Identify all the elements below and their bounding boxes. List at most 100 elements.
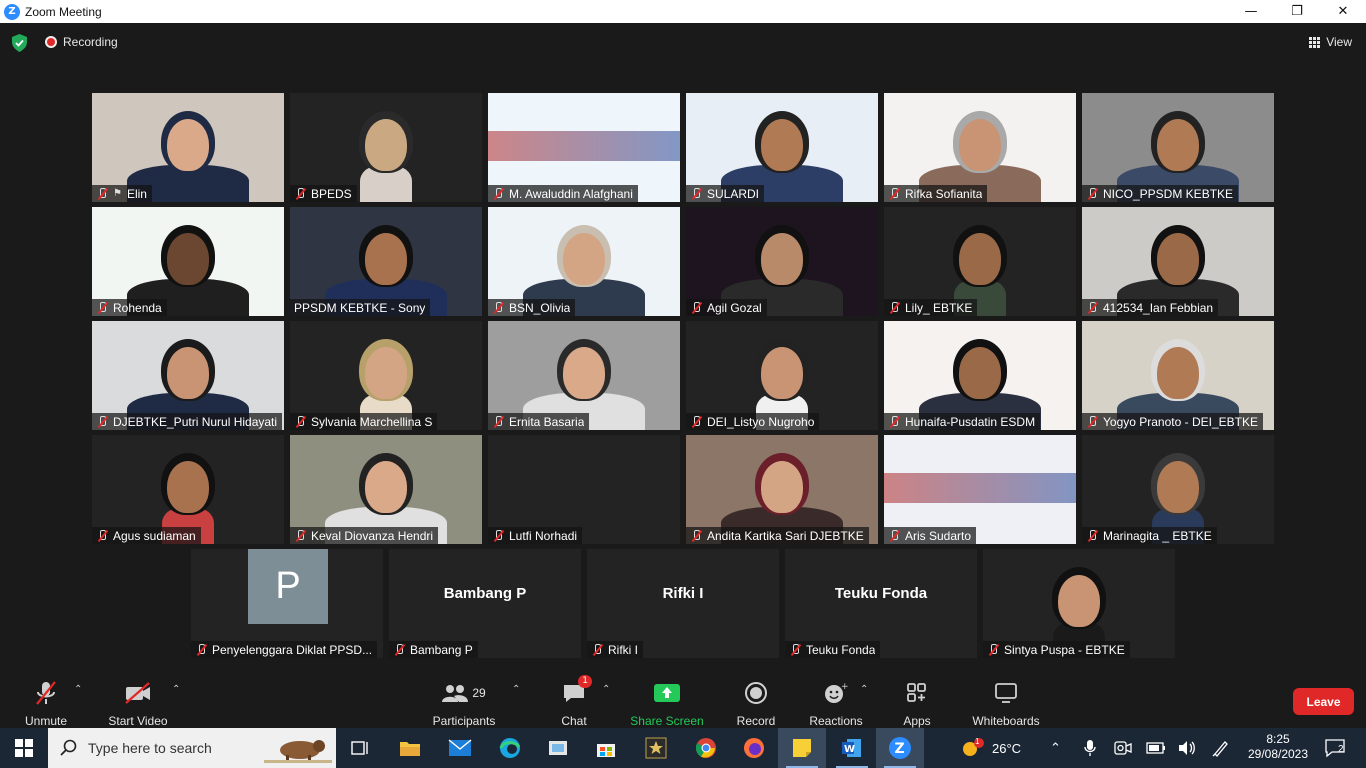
participant-tile[interactable]: Ernita Basaria — [488, 321, 680, 430]
security-shield-icon[interactable] — [11, 34, 28, 52]
participant-name: Lutfi Norhadi — [509, 528, 578, 543]
whiteboards-button[interactable]: Whiteboards — [968, 670, 1044, 728]
participant-tile[interactable]: Sylvania Marchellina S — [290, 321, 482, 430]
participant-tile[interactable]: Rifki I Rifki I — [587, 549, 779, 658]
tray-volume[interactable] — [1178, 728, 1196, 768]
task-view-button[interactable] — [336, 728, 384, 768]
chat-options-caret-icon[interactable]: ⌃ — [602, 684, 610, 695]
participant-tile[interactable]: 412534_Ian Febbian — [1082, 207, 1274, 316]
notification-count: 2 — [1338, 744, 1344, 755]
participant-tile[interactable]: Agil Gozal — [686, 207, 878, 316]
participant-tile[interactable]: Sintya Puspa - EBTKE — [983, 549, 1175, 658]
leave-button[interactable]: Leave — [1293, 688, 1354, 715]
participant-name: Rohenda — [113, 300, 162, 315]
participant-tile[interactable]: DEI_Listyo Nugroho — [686, 321, 878, 430]
unmute-button[interactable]: Unmute — [20, 670, 72, 728]
taskbar-app-star[interactable] — [632, 728, 680, 768]
tray-camera[interactable] — [1114, 728, 1132, 768]
tray-pen[interactable] — [1212, 728, 1230, 768]
word-icon: W — [842, 739, 861, 757]
record-button[interactable]: Record — [734, 670, 778, 728]
participant-name: Andita Kartika Sari DJEBTKE — [707, 528, 864, 543]
notification-center-button[interactable]: 2 — [1324, 728, 1346, 768]
participant-tile[interactable]: BPEDS — [290, 93, 482, 202]
participant-name-tag: Ernita Basaria — [488, 413, 590, 430]
participant-tile[interactable]: M. Awaluddin Alafghani — [488, 93, 680, 202]
taskbar-zoom[interactable]: Z — [876, 728, 924, 768]
participant-name: Agil Gozal — [707, 300, 762, 315]
show-hidden-icons-button[interactable]: ⌃ — [1050, 728, 1061, 768]
sticky-notes-icon — [793, 739, 811, 757]
share-screen-button[interactable]: Share Screen — [630, 670, 704, 728]
taskbar-file-explorer[interactable] — [386, 728, 434, 768]
participant-tile[interactable]: Andita Kartika Sari DJEBTKE — [686, 435, 878, 544]
participant-name: Bambang P — [410, 642, 473, 657]
participant-tile[interactable]: Rifka Sofianita — [884, 93, 1076, 202]
participant-tile[interactable]: P Penyelenggara Diklat PPSD... — [191, 549, 383, 658]
participant-tile[interactable]: SULARDI — [686, 93, 878, 202]
taskbar-chrome[interactable] — [682, 728, 730, 768]
taskbar-word[interactable]: W — [828, 728, 876, 768]
taskbar-snipping-tool[interactable] — [534, 728, 582, 768]
participant-tile[interactable]: BSN_Olivia — [488, 207, 680, 316]
start-button[interactable] — [0, 728, 48, 768]
taskbar-edge[interactable] — [486, 728, 534, 768]
taskbar-sticky-notes[interactable] — [778, 728, 826, 768]
video-options-caret-icon[interactable]: ⌃ — [172, 684, 180, 695]
participant-name: PPSDM KEBTKE - Sony — [294, 300, 426, 315]
muted-mic-icon — [393, 643, 405, 656]
taskbar-search-box[interactable]: Type here to search — [48, 728, 336, 768]
participants-button[interactable]: 29 Participants — [430, 670, 498, 728]
clock-date: 29/08/2023 — [1247, 747, 1309, 761]
participant-tile[interactable]: Yogyo Pranoto - DEI_EBTKE — [1082, 321, 1274, 430]
participant-name-tag: DEI_Listyo Nugroho — [686, 413, 820, 430]
participant-tile[interactable]: Hunaifa-Pusdatin ESDM — [884, 321, 1076, 430]
participant-name-tag: Keval Diovanza Hendri — [290, 527, 439, 544]
apps-label: Apps — [903, 714, 931, 728]
minimize-button[interactable]: — — [1228, 0, 1274, 23]
start-video-button[interactable]: Start Video — [106, 670, 170, 728]
recording-indicator[interactable]: Recording — [45, 35, 118, 49]
participant-tile[interactable]: Lutfi Norhadi — [488, 435, 680, 544]
chat-button[interactable]: 1 Chat — [556, 670, 592, 728]
participant-name: Penyelenggara Diklat PPSD... — [212, 642, 373, 657]
participant-tile[interactable]: Teuku Fonda Teuku Fonda — [785, 549, 977, 658]
tray-battery[interactable] — [1146, 728, 1166, 768]
muted-microphone-icon — [34, 678, 58, 708]
taskbar-clock[interactable]: 8:25 29/08/2023 — [1238, 732, 1318, 762]
weather-sun-icon — [963, 738, 984, 756]
participant-name: Yogyo Pranoto - DEI_EBTKE — [1103, 414, 1258, 429]
windows-logo-icon — [15, 739, 33, 757]
taskbar-firefox[interactable] — [730, 728, 778, 768]
weather-widget[interactable]: 1 26°C — [960, 728, 1021, 768]
participant-tile[interactable]: Agus sudiaman — [92, 435, 284, 544]
grid-view-icon — [1309, 36, 1321, 48]
view-button[interactable]: View — [1309, 35, 1352, 49]
restore-button[interactable]: ❐ — [1274, 0, 1320, 23]
participant-tile[interactable]: Keval Diovanza Hendri — [290, 435, 482, 544]
close-button[interactable]: ✕ — [1320, 0, 1366, 23]
reactions-button[interactable]: + Reactions — [806, 670, 866, 728]
taskbar-store[interactable] — [582, 728, 630, 768]
taskbar-mail[interactable] — [436, 728, 484, 768]
participant-tile[interactable]: Aris Sudarto — [884, 435, 1076, 544]
file-explorer-icon — [400, 742, 420, 756]
participant-tile[interactable]: ⚑ Elin — [92, 93, 284, 202]
participant-tile[interactable]: PPSDM KEBTKE - Sony — [290, 207, 482, 316]
apps-button[interactable]: Apps — [898, 670, 936, 728]
muted-mic-icon — [492, 301, 504, 314]
participant-name: BPEDS — [311, 186, 352, 201]
participant-tile[interactable]: NICO_PPSDM KEBTKE — [1082, 93, 1274, 202]
participant-tile[interactable]: Bambang P Bambang P — [389, 549, 581, 658]
muted-mic-icon — [888, 415, 900, 428]
audio-options-caret-icon[interactable]: ⌃ — [74, 684, 82, 695]
reactions-options-caret-icon[interactable]: ⌃ — [860, 684, 868, 695]
tray-microphone[interactable] — [1084, 728, 1096, 768]
participant-tile[interactable]: Marinagita _ EBTKE — [1082, 435, 1274, 544]
participant-tile[interactable]: Rohenda — [92, 207, 284, 316]
participant-video — [346, 93, 426, 202]
participant-tile[interactable]: DJEBTKE_Putri Nurul Hidayati — [92, 321, 284, 430]
participants-options-caret-icon[interactable]: ⌃ — [512, 684, 520, 695]
participant-tile[interactable]: Lily_ EBTKE — [884, 207, 1076, 316]
participant-name-tag: Rifka Sofianita — [884, 185, 988, 202]
